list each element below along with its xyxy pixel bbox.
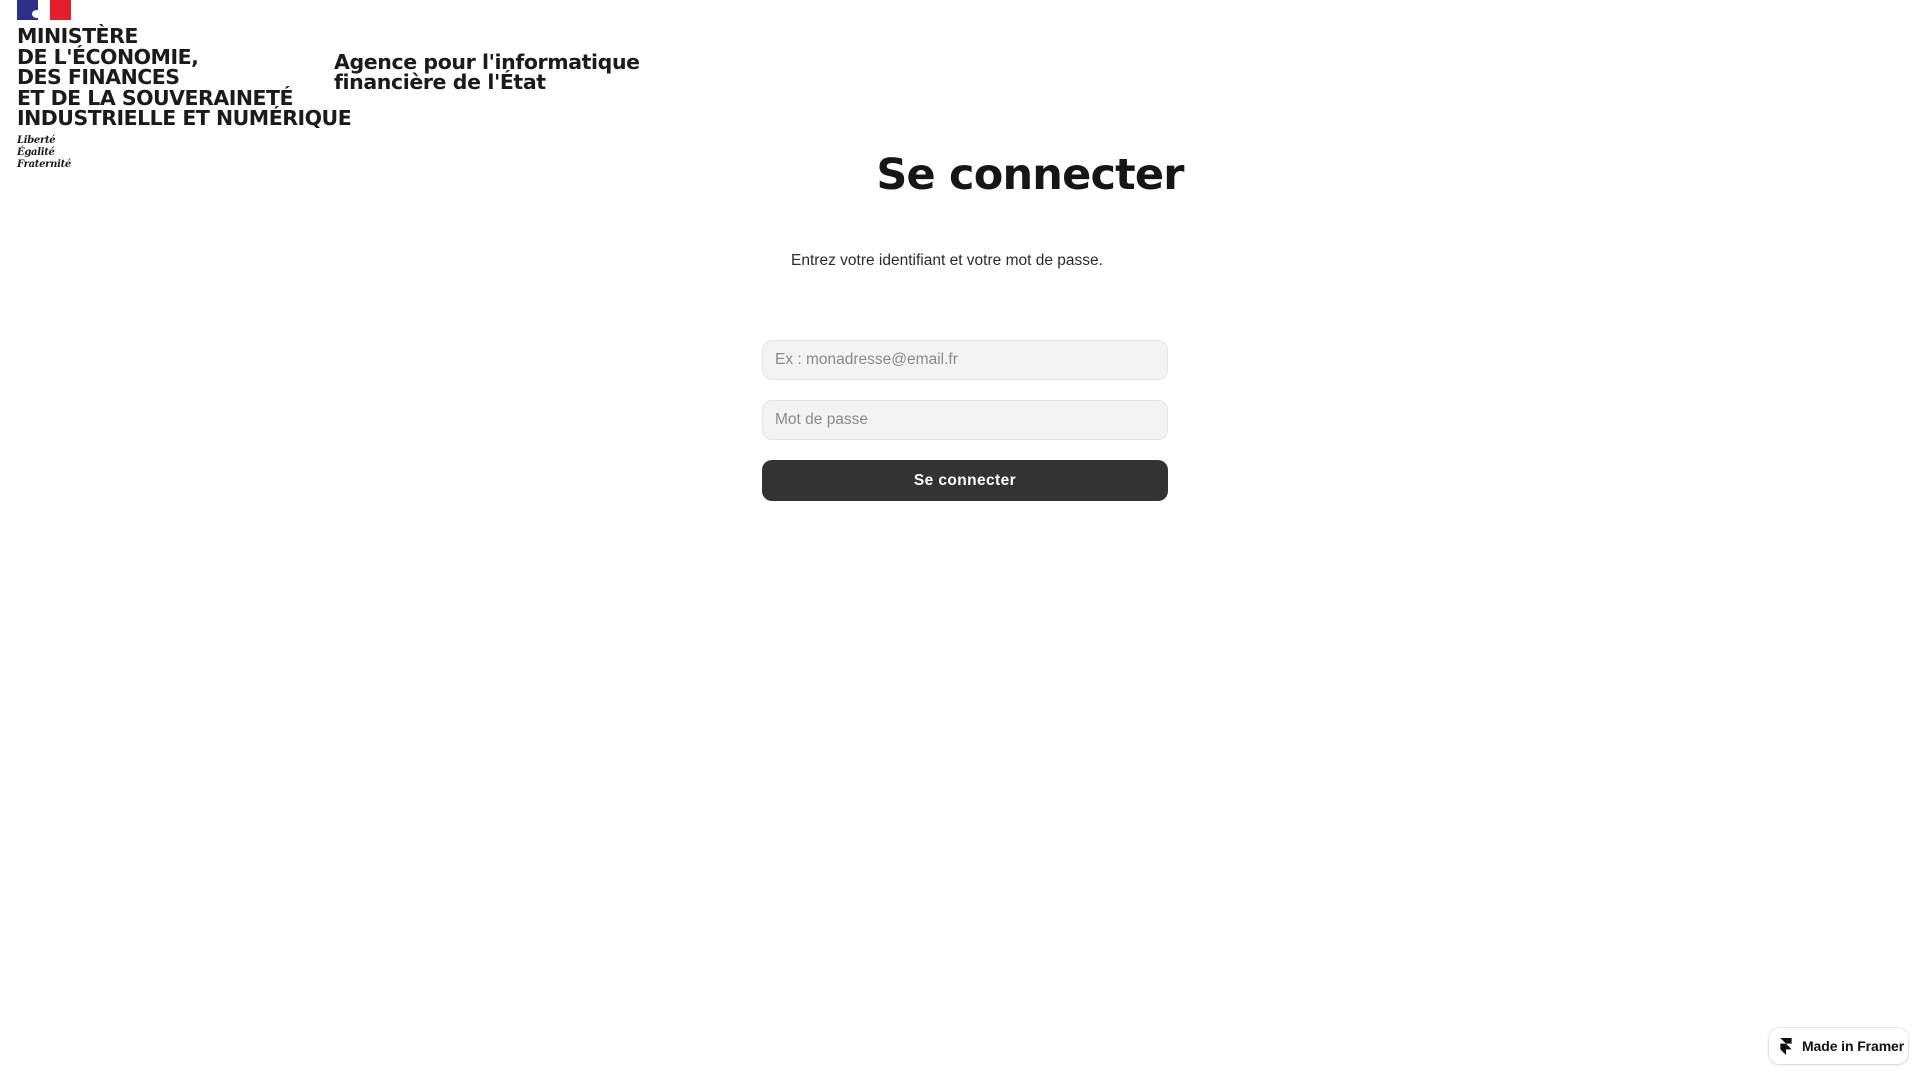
login-instructions: Entrez votre identifiant et votre mot de… — [791, 252, 1103, 269]
framer-icon — [1780, 1037, 1792, 1055]
ministry-line: DE L'ÉCONOMIE, — [17, 44, 199, 69]
login-button[interactable]: Se connecter — [762, 460, 1168, 501]
motto-line: Égalité — [17, 146, 55, 158]
ministry-line: MINISTÈRE — [17, 24, 138, 48]
ministry-name: MINISTÈRE DE L'ÉCONOMIE, DES FINANCES ET… — [17, 24, 352, 130]
login-page: MINISTÈRE DE L'ÉCONOMIE, DES FINANCES ET… — [0, 0, 1920, 1080]
page-title: Se connecter — [876, 150, 1184, 200]
government-logo: MINISTÈRE DE L'ÉCONOMIE, DES FINANCES ET… — [17, 0, 352, 171]
flag-blue-band — [17, 0, 42, 20]
badge-label: Made in Framer — [1802, 1038, 1905, 1054]
flag-red-band — [50, 0, 71, 20]
agency-line: Agence pour l'informatique — [334, 50, 640, 74]
ministry-line: INDUSTRIELLE ET NUMÉRIQUE — [17, 106, 352, 130]
agency-name: Agence pour l'informatique financière de… — [334, 50, 640, 94]
motto-line: Liberté — [17, 134, 56, 146]
password-field[interactable] — [762, 400, 1168, 440]
ministry-line: ET DE LA SOUVERAINETÉ — [17, 85, 293, 110]
republic-motto: Liberté Égalité Fraternité — [17, 135, 327, 171]
agency-line: financière de l'État — [334, 70, 546, 94]
ministry-line: DES FINANCES — [17, 65, 180, 89]
made-in-framer-badge[interactable]: Made in Framer — [1769, 1028, 1908, 1064]
french-flag-icon — [17, 0, 71, 20]
motto-line: Fraternité — [17, 158, 71, 170]
email-field[interactable] — [762, 340, 1168, 380]
